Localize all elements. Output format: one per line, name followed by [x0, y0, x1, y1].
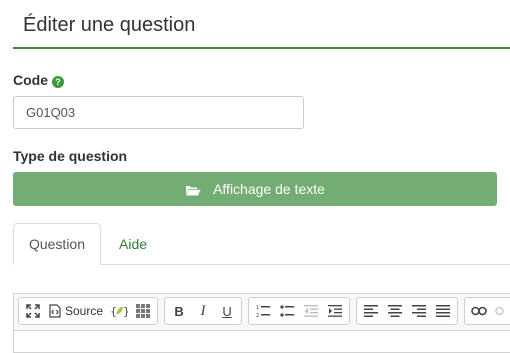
source-icon	[49, 304, 61, 318]
help-circle-icon[interactable]: ?	[52, 76, 64, 88]
underline-button[interactable]: U	[215, 299, 239, 323]
bulleted-list-icon[interactable]	[275, 299, 299, 323]
align-left-icon[interactable]	[359, 299, 383, 323]
question-type-button[interactable]: Affichage de texte	[13, 172, 497, 206]
question-type-label: Type de question	[13, 148, 128, 164]
toolbar-group-basic-styles: B I U	[164, 297, 243, 325]
unlink-icon[interactable]	[491, 299, 510, 323]
placeholder-icon[interactable]: { }	[107, 299, 131, 323]
svg-text:2: 2	[256, 313, 259, 318]
bold-button[interactable]: B	[167, 299, 191, 323]
align-justify-icon[interactable]	[431, 299, 455, 323]
svg-text:{: {	[110, 305, 117, 318]
numbered-list-icon[interactable]: 1 2	[251, 299, 275, 323]
code-label-row: Code?	[13, 72, 64, 88]
tab-question[interactable]: Question	[13, 223, 101, 265]
maximize-icon[interactable]	[21, 299, 45, 323]
editor-tabs: Question Aide	[13, 223, 510, 265]
align-center-icon[interactable]	[383, 299, 407, 323]
title-divider	[13, 47, 510, 49]
indent-icon[interactable]	[323, 299, 347, 323]
code-input[interactable]	[13, 96, 304, 129]
toolbar-group-lists: 1 2	[248, 297, 351, 325]
toolbar-group-links	[464, 297, 510, 325]
outdent-icon[interactable]	[299, 299, 323, 323]
italic-button[interactable]: I	[191, 299, 215, 323]
editor-content-area[interactable]	[14, 330, 510, 352]
align-right-icon[interactable]	[407, 299, 431, 323]
tab-aide[interactable]: Aide	[119, 223, 147, 265]
link-icon[interactable]	[467, 299, 491, 323]
code-label: Code	[13, 72, 48, 88]
source-label: Source	[65, 304, 104, 318]
svg-text:}: }	[123, 305, 128, 318]
question-type-button-label: Affichage de texte	[213, 181, 325, 197]
source-button[interactable]: Source	[45, 299, 107, 323]
folder-open-icon	[185, 183, 201, 196]
toolbar-group-document: Source { }	[18, 297, 159, 325]
rich-text-editor: Source { } B I U	[13, 293, 510, 353]
toolbar-group-align	[356, 297, 459, 325]
table-grid-icon[interactable]	[131, 299, 155, 323]
page-title: Éditer une question	[23, 14, 196, 36]
svg-text:1: 1	[256, 305, 259, 311]
editor-toolbar: Source { } B I U	[18, 297, 510, 327]
